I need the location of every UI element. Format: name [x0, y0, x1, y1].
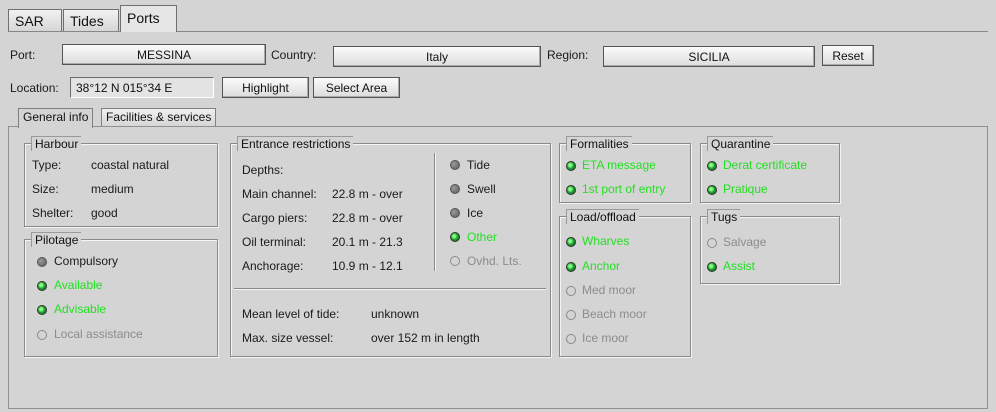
swell-radio[interactable]: [450, 184, 460, 194]
pratique-radio[interactable]: [707, 185, 717, 195]
pilotage-local-assistance-label: Local assistance: [54, 327, 143, 341]
tide-radio[interactable]: [450, 160, 460, 170]
ice-label: Ice: [467, 206, 484, 220]
assist-radio[interactable]: [707, 262, 717, 272]
main-channel-value: 22.8 m - over: [332, 187, 403, 201]
region-select[interactable]: SICILIA: [603, 46, 815, 67]
formalities-title: Formalities: [566, 136, 632, 151]
harbour-shelter-key: Shelter:: [32, 206, 74, 220]
pilotage-advisable-radio[interactable]: [37, 305, 47, 315]
tab-facilities-services[interactable]: Facilities & services: [101, 108, 217, 127]
tugs-group: Tugs: [700, 209, 840, 284]
pilotage-title: Pilotage: [31, 232, 82, 247]
location-label: Location:: [10, 81, 59, 95]
anchor-radio[interactable]: [566, 262, 576, 272]
harbour-type-value: coastal natural: [91, 158, 170, 172]
first-port-entry-label: 1st port of entry: [582, 182, 666, 196]
reset-button[interactable]: Reset: [822, 45, 874, 66]
max-vessel-value: over 152 m in length: [371, 331, 480, 345]
location-field[interactable]: 38°12 N 015°34 E: [70, 77, 214, 98]
swell-label: Swell: [467, 182, 496, 196]
mean-tide-key: Mean level of tide:: [242, 307, 340, 321]
med-moor-radio[interactable]: [566, 286, 576, 296]
load-offload-title: Load/offload: [566, 209, 639, 224]
highlight-button[interactable]: Highlight: [222, 77, 309, 98]
oil-terminal-value: 20.1 m - 21.3: [332, 235, 403, 249]
entrance-restrictions-title: Entrance restrictions: [237, 136, 354, 151]
eta-message-radio[interactable]: [566, 161, 576, 171]
harbour-size-value: medium: [91, 182, 134, 196]
harbour-type-key: Type:: [32, 158, 62, 172]
anchor-label: Anchor: [582, 259, 621, 273]
pilotage-available-radio[interactable]: [37, 281, 47, 291]
other-radio[interactable]: [450, 232, 460, 242]
port-select[interactable]: MESSINA: [62, 44, 266, 65]
wharves-label: Wharves: [582, 234, 630, 248]
pilotage-advisable-label: Advisable: [54, 302, 107, 316]
region-label: Region:: [547, 48, 589, 62]
ovhd-lts-radio[interactable]: [450, 256, 460, 266]
first-port-entry-radio[interactable]: [566, 185, 576, 195]
salvage-label: Salvage: [723, 235, 767, 249]
ice-moor-radio[interactable]: [566, 334, 576, 344]
depths-label: Depths:: [242, 163, 284, 177]
derat-certificate-label: Derat certificate: [723, 158, 808, 172]
tab-ports[interactable]: Ports: [120, 5, 177, 32]
harbour-title: Harbour: [31, 136, 82, 151]
tab-general-info[interactable]: General info: [18, 108, 94, 128]
entrance-vertical-divider: [434, 153, 435, 271]
country-select[interactable]: Italy: [333, 46, 541, 67]
select-area-button[interactable]: Select Area: [313, 77, 400, 98]
assist-label: Assist: [723, 259, 756, 273]
beach-moor-radio[interactable]: [566, 310, 576, 320]
oil-terminal-key: Oil terminal:: [242, 235, 307, 249]
harbour-shelter-value: good: [91, 206, 118, 220]
wharves-radio[interactable]: [566, 237, 576, 247]
eta-message-label: ETA message: [582, 158, 656, 172]
ice-moor-label: Ice moor: [582, 331, 629, 345]
cargo-piers-value: 22.8 m - over: [332, 211, 403, 225]
harbour-size-key: Size:: [32, 182, 59, 196]
pilotage-local-assistance-radio[interactable]: [37, 330, 47, 340]
pratique-label: Pratique: [723, 182, 768, 196]
port-label: Port:: [10, 48, 36, 62]
derat-certificate-radio[interactable]: [707, 161, 717, 171]
tab-sar[interactable]: SAR: [8, 9, 62, 31]
max-vessel-key: Max. size vessel:: [242, 331, 334, 345]
quarantine-group: Quarantine: [700, 136, 840, 203]
beach-moor-label: Beach moor: [582, 307, 647, 321]
main-channel-key: Main channel:: [242, 187, 317, 201]
tide-label: Tide: [467, 158, 490, 172]
pilotage-available-label: Available: [54, 278, 103, 292]
salvage-radio[interactable]: [707, 238, 717, 248]
ovhd-lts-label: Ovhd. Lts.: [467, 254, 522, 268]
quarantine-title: Quarantine: [707, 136, 774, 151]
country-label: Country:: [271, 48, 317, 62]
anchorage-key: Anchorage:: [242, 259, 304, 273]
other-label: Other: [467, 230, 498, 244]
cargo-piers-key: Cargo piers:: [242, 211, 308, 225]
ice-radio[interactable]: [450, 208, 460, 218]
entrance-horizontal-divider: [234, 288, 546, 289]
pilotage-compulsory-label: Compulsory: [54, 254, 119, 268]
pilotage-compulsory-radio[interactable]: [37, 257, 47, 267]
anchorage-value: 10.9 m - 12.1: [332, 259, 403, 273]
tugs-title: Tugs: [707, 209, 741, 224]
mean-tide-value: unknown: [371, 307, 420, 321]
med-moor-label: Med moor: [582, 283, 637, 297]
tab-tides[interactable]: Tides: [63, 9, 119, 31]
